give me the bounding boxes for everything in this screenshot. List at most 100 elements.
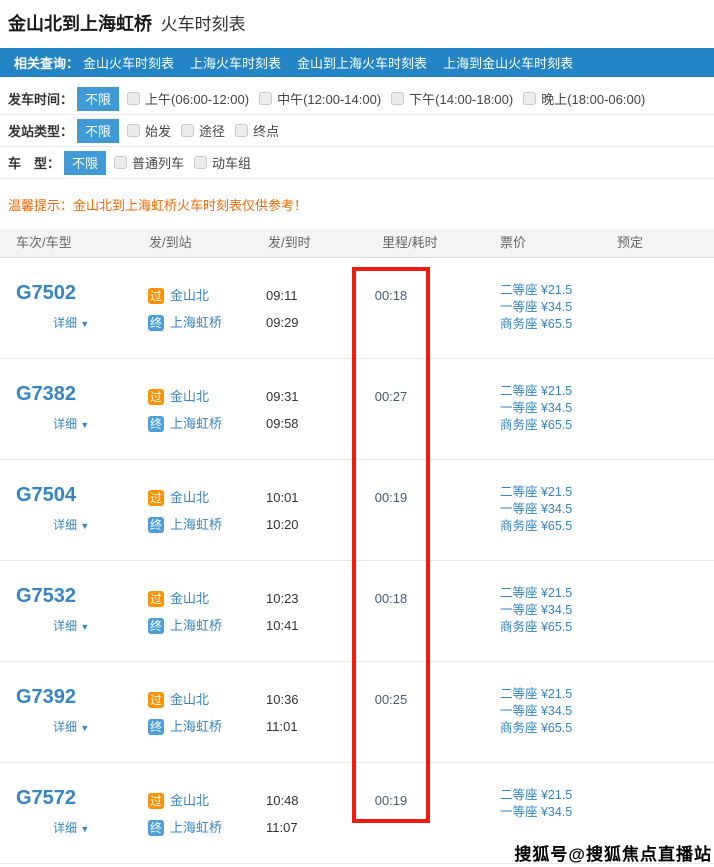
col-header-price: 票价 <box>480 229 596 257</box>
train-type-option-emu[interactable]: 动车组 <box>194 153 251 172</box>
to-station-link[interactable]: 上海虹桥 <box>170 618 222 634</box>
to-station-link[interactable]: 上海虹桥 <box>170 315 222 331</box>
train-number-link[interactable]: G7382 <box>16 384 148 404</box>
station-cell: 过金山北 终上海虹桥 <box>148 460 266 560</box>
depart-time: 10:36 <box>266 692 352 708</box>
to-station-link[interactable]: 上海虹桥 <box>170 820 222 836</box>
train-type-option-regular[interactable]: 普通列车 <box>114 153 184 172</box>
chevron-down-icon: ▼ <box>80 521 89 531</box>
checkbox[interactable] <box>127 92 140 105</box>
to-station-link[interactable]: 上海虹桥 <box>170 719 222 735</box>
arrive-time: 10:41 <box>266 618 352 634</box>
price-first-class: 一等座 ¥34.5 <box>500 703 596 720</box>
checkbox[interactable] <box>114 156 127 169</box>
pass-badge: 过 <box>148 591 164 607</box>
from-station-link[interactable]: 金山北 <box>170 793 209 809</box>
from-station-link[interactable]: 金山北 <box>170 288 209 304</box>
checkbox[interactable] <box>194 156 207 169</box>
checkbox[interactable] <box>391 92 404 105</box>
station-type-option-via[interactable]: 途径 <box>181 121 225 140</box>
price-business-class: 商务座 ¥65.5 <box>500 518 596 535</box>
depart-time: 10:48 <box>266 793 352 809</box>
related-link-jinshan[interactable]: 金山火车时刻表 <box>83 53 174 72</box>
duration-value: 00:18 <box>375 288 408 303</box>
checkbox[interactable] <box>181 124 194 137</box>
train-cell: G7382 详细 ▼ <box>0 359 148 459</box>
price-second-class: 二等座 ¥21.5 <box>500 484 596 501</box>
station-cell: 过金山北 终上海虹桥 <box>148 561 266 661</box>
timetable: 车次/车型 发/到站 发/到时 里程/耗时 票价 预定 G7502 详细 ▼ 过… <box>0 229 714 864</box>
from-station-link[interactable]: 金山北 <box>170 591 209 607</box>
arrive-time: 09:29 <box>266 315 352 331</box>
train-cell: G7504 详细 ▼ <box>0 460 148 560</box>
depart-time-option-afternoon[interactable]: 下午(14:00-18:00) <box>391 89 513 108</box>
terminal-badge: 终 <box>148 618 164 634</box>
detail-toggle[interactable]: 详细 ▼ <box>53 415 148 432</box>
duration-cell: 00:18 <box>352 258 430 358</box>
depart-time-option-night[interactable]: 晚上(18:00-06:00) <box>523 89 645 108</box>
related-link-jinshan-to-shanghai[interactable]: 金山到上海火车时刻表 <box>297 53 427 72</box>
terminal-badge: 终 <box>148 315 164 331</box>
checkbox[interactable] <box>259 92 272 105</box>
arrive-time: 11:01 <box>266 719 352 735</box>
time-cell: 10:36 11:01 <box>266 662 352 762</box>
detail-label: 详细 <box>53 316 77 330</box>
station-type-option-terminal[interactable]: 终点 <box>235 121 279 140</box>
related-link-shanghai-to-jinshan[interactable]: 上海到金山火车时刻表 <box>443 53 573 72</box>
arrive-time: 09:58 <box>266 416 352 432</box>
detail-toggle[interactable]: 详细 ▼ <box>53 516 148 533</box>
checkbox[interactable] <box>127 124 140 137</box>
duration-value: 00:19 <box>375 793 408 808</box>
depart-time: 10:01 <box>266 490 352 506</box>
to-station-link[interactable]: 上海虹桥 <box>170 517 222 533</box>
detail-toggle[interactable]: 详细 ▼ <box>53 314 148 331</box>
related-link-shanghai[interactable]: 上海火车时刻表 <box>190 53 281 72</box>
train-type-any-button[interactable]: 不限 <box>64 151 106 175</box>
related-links-label: 相关查询： <box>14 53 79 72</box>
train-cell: G7502 详细 ▼ <box>0 258 148 358</box>
station-cell: 过金山北 终上海虹桥 <box>148 258 266 358</box>
price-cell: 二等座 ¥21.5 一等座 ¥34.5 商务座 ¥65.5 <box>430 662 596 762</box>
terminal-badge: 终 <box>148 517 164 533</box>
to-station-link[interactable]: 上海虹桥 <box>170 416 222 432</box>
notice-text: 温馨提示：金山北到上海虹桥火车时刻表仅供参考！ <box>0 179 714 227</box>
chevron-down-icon: ▼ <box>80 319 89 329</box>
option-label: 中午(12:00-14:00) <box>277 89 381 108</box>
from-station-link[interactable]: 金山北 <box>170 490 209 506</box>
filter-row-depart-time: 发车时间： 不限 上午(06:00-12:00) 中午(12:00-14:00)… <box>0 83 714 115</box>
duration-value: 00:27 <box>375 389 408 404</box>
price-business-class: 商务座 ¥65.5 <box>500 316 596 333</box>
train-number-link[interactable]: G7572 <box>16 788 148 808</box>
detail-toggle[interactable]: 详细 ▼ <box>53 819 148 836</box>
pass-badge: 过 <box>148 389 164 405</box>
price-second-class: 二等座 ¥21.5 <box>500 282 596 299</box>
train-number-link[interactable]: G7504 <box>16 485 148 505</box>
option-label: 晚上(18:00-06:00) <box>541 89 645 108</box>
chevron-down-icon: ▼ <box>80 824 89 834</box>
depart-time-option-morning[interactable]: 上午(06:00-12:00) <box>127 89 249 108</box>
terminal-badge: 终 <box>148 719 164 735</box>
option-label: 始发 <box>145 121 171 140</box>
price-cell: 二等座 ¥21.5 一等座 ¥34.5 商务座 ¥65.5 <box>430 359 596 459</box>
station-type-option-origin[interactable]: 始发 <box>127 121 171 140</box>
train-number-link[interactable]: G7532 <box>16 586 148 606</box>
depart-time-any-button[interactable]: 不限 <box>77 87 119 111</box>
col-header-duration: 里程/耗时 <box>352 229 480 257</box>
arrive-time: 11:07 <box>266 820 352 836</box>
from-station-link[interactable]: 金山北 <box>170 692 209 708</box>
terminal-badge: 终 <box>148 820 164 836</box>
detail-toggle[interactable]: 详细 ▼ <box>53 718 148 735</box>
depart-time-option-noon[interactable]: 中午(12:00-14:00) <box>259 89 381 108</box>
filter-label-station-type: 发站类型： <box>8 121 73 140</box>
price-cell: 二等座 ¥21.5 一等座 ¥34.5 商务座 ¥65.5 <box>430 460 596 560</box>
train-number-link[interactable]: G7502 <box>16 283 148 303</box>
checkbox[interactable] <box>235 124 248 137</box>
train-number-link[interactable]: G7392 <box>16 687 148 707</box>
related-links-bar: 相关查询： 金山火车时刻表 上海火车时刻表 金山到上海火车时刻表 上海到金山火车… <box>0 48 714 77</box>
station-type-any-button[interactable]: 不限 <box>77 119 119 143</box>
detail-toggle[interactable]: 详细 ▼ <box>53 617 148 634</box>
from-station-link[interactable]: 金山北 <box>170 389 209 405</box>
station-cell: 过金山北 终上海虹桥 <box>148 662 266 762</box>
terminal-badge: 终 <box>148 416 164 432</box>
checkbox[interactable] <box>523 92 536 105</box>
